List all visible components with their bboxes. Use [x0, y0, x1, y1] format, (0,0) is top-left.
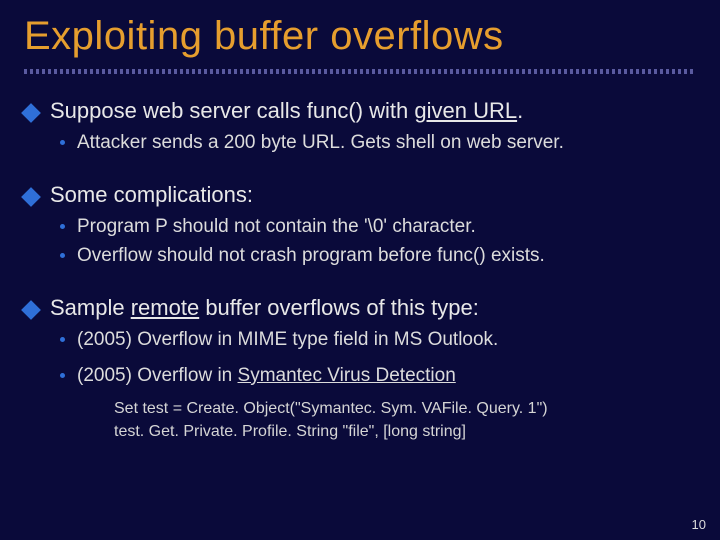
bullet-lvl2: Program P should not contain the '\0' ch… — [60, 214, 696, 240]
bullet-lvl1: Sample remote buffer overflows of this t… — [24, 295, 696, 321]
link-text: Symantec Virus Detection — [238, 365, 456, 386]
dot-icon — [60, 140, 65, 145]
bullet-lvl2: (2005) Overflow in MIME type field in MS… — [60, 327, 696, 353]
bullet-text: Sample remote buffer overflows of this t… — [50, 295, 479, 321]
dot-icon — [60, 224, 65, 229]
bullet-block-1: Suppose web server calls func() with giv… — [24, 98, 696, 156]
bullet-text: Overflow should not crash program before… — [77, 243, 545, 269]
diamond-icon — [21, 187, 41, 207]
code-line: test. Get. Private. Profile. String "fil… — [114, 421, 696, 443]
title-divider — [24, 69, 696, 74]
code-line: Set test = Create. Object("Symantec. Sym… — [114, 398, 696, 420]
bullet-text: Program P should not contain the '\0' ch… — [77, 214, 476, 240]
bullet-lvl2: Overflow should not crash program before… — [60, 243, 696, 269]
dot-icon — [60, 337, 65, 342]
dot-icon — [60, 253, 65, 258]
diamond-icon — [21, 300, 41, 320]
diamond-icon — [21, 103, 41, 123]
code-snippet: Set test = Create. Object("Symantec. Sym… — [114, 398, 696, 443]
bullet-text: Some complications: — [50, 182, 253, 208]
bullet-text: Suppose web server calls func() with giv… — [50, 98, 523, 124]
bullet-lvl2: Attacker sends a 200 byte URL. Gets shel… — [60, 130, 696, 156]
bullet-lvl2: (2005) Overflow in Symantec Virus Detect… — [60, 363, 696, 389]
slide-title: Exploiting buffer overflows — [24, 14, 696, 59]
bullet-text: (2005) Overflow in MIME type field in MS… — [77, 327, 498, 353]
bullet-block-2: Some complications: Program P should not… — [24, 182, 696, 269]
bullet-lvl1: Suppose web server calls func() with giv… — [24, 98, 696, 124]
dot-icon — [60, 373, 65, 378]
page-number: 10 — [692, 517, 706, 532]
slide: Exploiting buffer overflows Suppose web … — [0, 0, 720, 443]
bullet-text: (2005) Overflow in Symantec Virus Detect… — [77, 363, 456, 389]
bullet-text: Attacker sends a 200 byte URL. Gets shel… — [77, 130, 564, 156]
bullet-block-3: Sample remote buffer overflows of this t… — [24, 295, 696, 388]
bullet-lvl1: Some complications: — [24, 182, 696, 208]
